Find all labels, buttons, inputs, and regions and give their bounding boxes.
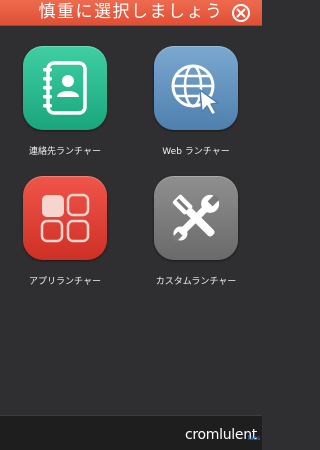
address-book-icon: [43, 61, 87, 115]
contacts-launcher[interactable]: 連絡先ランチャー: [10, 46, 120, 161]
web-launcher-label: Web ランチャー: [162, 147, 230, 157]
brand-suffix: labs: [248, 435, 261, 442]
custom-launcher-tile[interactable]: [154, 176, 238, 260]
footer-bar: cromlulent labs: [0, 415, 262, 450]
page-title: 慎重に選択しましょう: [38, 2, 224, 22]
close-icon: [236, 8, 246, 18]
web-launcher-tile[interactable]: [154, 46, 238, 130]
globe-cursor-icon: [171, 64, 219, 116]
contacts-launcher-label: 連絡先ランチャー: [29, 147, 101, 157]
apps-launcher-label: アプリランチャー: [29, 277, 101, 287]
web-launcher[interactable]: Web ランチャー: [141, 46, 251, 161]
contacts-launcher-tile[interactable]: [23, 46, 107, 130]
tools-icon: [171, 194, 220, 243]
launcher-grid: 連絡先ランチャー Web ランチャー アプリランチャー カスタムランチャー: [0, 26, 262, 415]
custom-launcher-label: カスタムランチャー: [155, 277, 237, 287]
apps-launcher[interactable]: アプリランチャー: [10, 176, 120, 291]
close-button[interactable]: [232, 4, 250, 22]
apps-launcher-tile[interactable]: [23, 176, 107, 260]
header-bar: 慎重に選択しましょう: [0, 0, 262, 26]
custom-launcher[interactable]: カスタムランチャー: [141, 176, 251, 291]
brand-logo: cromlulent: [185, 427, 257, 443]
app-grid-icon: [40, 193, 90, 243]
